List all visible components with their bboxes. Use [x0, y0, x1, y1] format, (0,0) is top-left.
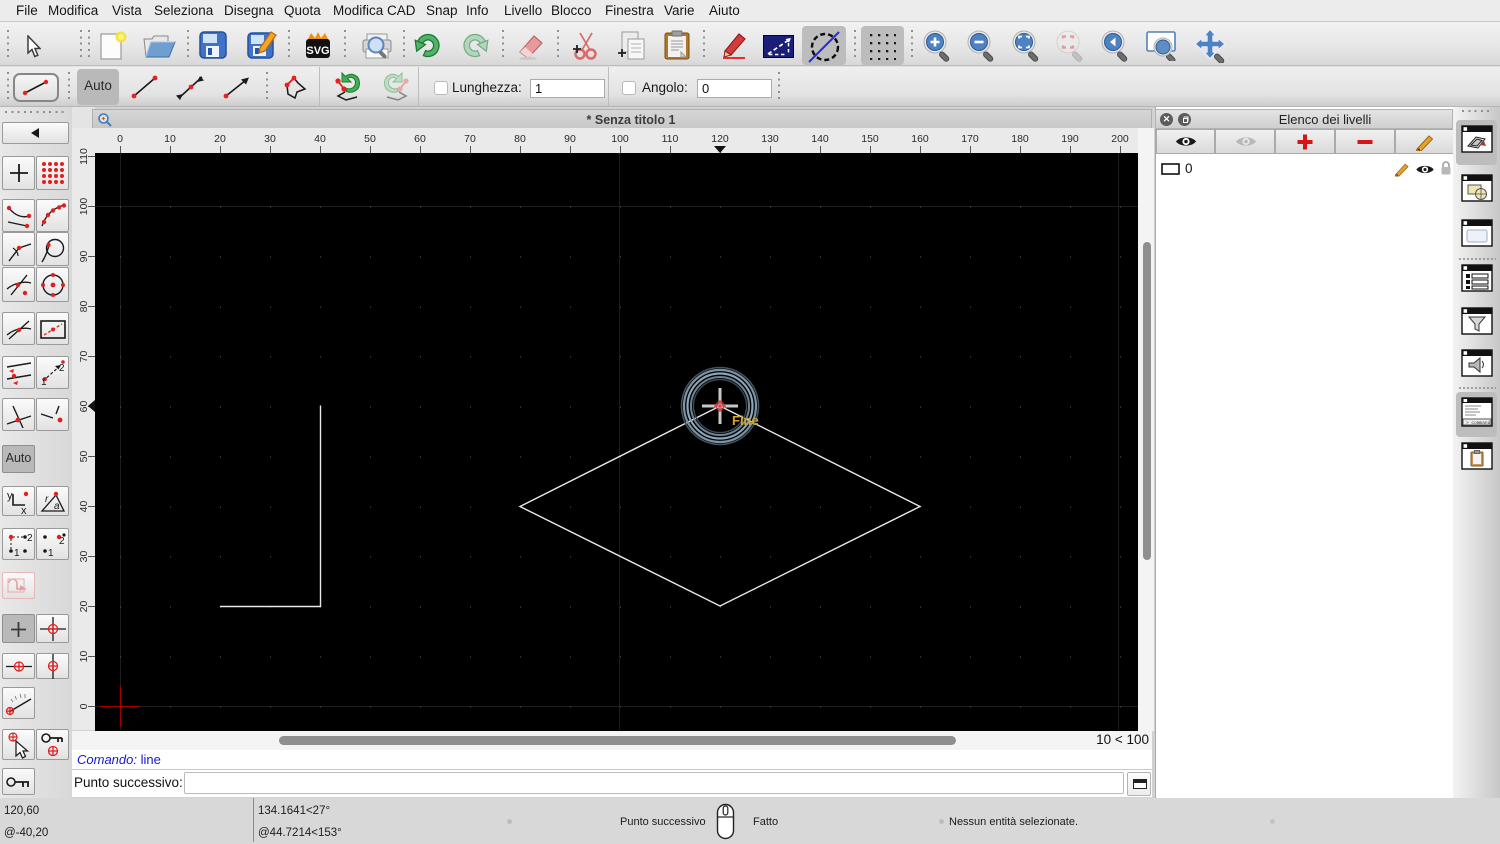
- svg-text:140: 140: [811, 133, 829, 145]
- svg-text:10: 10: [164, 133, 176, 145]
- svg-text:Fine: Fine: [732, 413, 759, 428]
- svg-text:x: x: [21, 505, 27, 515]
- svg-text:a: a: [54, 501, 60, 512]
- svg-text:2: 2: [27, 533, 33, 544]
- svg-text:110: 110: [662, 133, 679, 145]
- svg-text:> command: > command: [1466, 420, 1491, 426]
- svg-text:0: 0: [117, 133, 123, 145]
- svg-text:190: 190: [1061, 133, 1079, 145]
- svg-text:200: 200: [1111, 133, 1129, 145]
- svg-text:1: 1: [41, 377, 47, 387]
- svg-text:100: 100: [611, 133, 629, 145]
- svg-text:y: y: [7, 490, 13, 502]
- svg-text:70: 70: [464, 133, 476, 145]
- svg-text:1: 1: [14, 548, 20, 558]
- svg-text:80: 80: [514, 133, 526, 145]
- svg-text:20: 20: [214, 133, 226, 145]
- svg-text:50: 50: [364, 133, 376, 145]
- svg-text:SVG: SVG: [306, 45, 329, 57]
- svg-text:40: 40: [314, 133, 326, 145]
- svg-text:2: 2: [59, 363, 65, 374]
- svg-text:120: 120: [711, 133, 729, 145]
- svg-text:30: 30: [264, 133, 276, 145]
- svg-text:180: 180: [1011, 133, 1029, 145]
- svg-text:170: 170: [961, 133, 979, 145]
- svg-text:150: 150: [861, 133, 879, 145]
- svg-text:1: 1: [48, 548, 54, 558]
- svg-text:2: 2: [59, 536, 65, 547]
- svg-text:90: 90: [564, 133, 576, 145]
- svg-text:160: 160: [911, 133, 929, 145]
- svg-text:130: 130: [761, 133, 779, 145]
- svg-text:60: 60: [414, 133, 426, 145]
